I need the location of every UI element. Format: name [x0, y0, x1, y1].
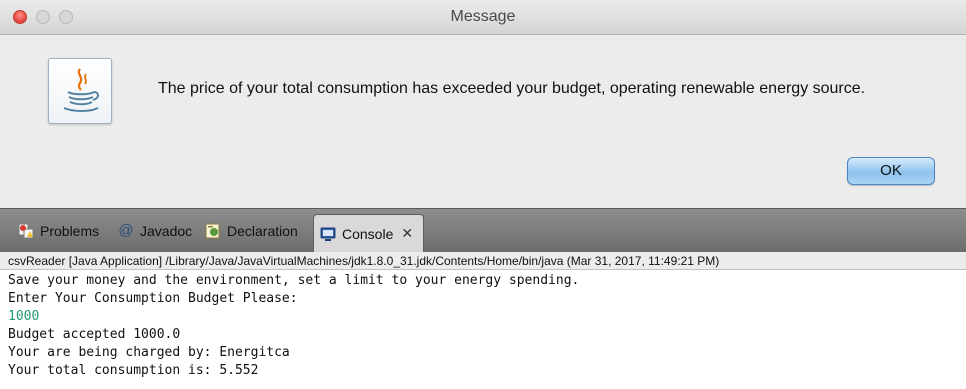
problems-icon	[18, 223, 34, 239]
dialog-titlebar: Message	[0, 0, 966, 35]
console-line: Enter Your Consumption Budget Please:	[8, 291, 298, 306]
tab-javadoc-label: Javadoc	[140, 223, 193, 239]
message-dialog: Message The price of your total consumpt…	[0, 0, 966, 208]
console-launch-header: csvReader [Java Application] /Library/Ja…	[0, 252, 966, 270]
console-line: Your are being charged by: Energitca	[8, 345, 290, 360]
java-icon	[48, 58, 112, 124]
at-icon: @	[118, 222, 134, 239]
console-output[interactable]: Save your money and the environment, set…	[0, 271, 966, 389]
tab-problems-label: Problems	[40, 223, 100, 239]
dialog-message: The price of your total consumption has …	[158, 80, 866, 97]
console-line: Budget accepted 1000.0	[8, 327, 181, 342]
console-icon	[320, 227, 336, 241]
tab-problems[interactable]: Problems	[18, 218, 99, 244]
view-tabbar: Problems @ Javadoc Declaration Console ✕	[0, 208, 966, 253]
tab-declaration[interactable]: Declaration	[205, 218, 298, 244]
tab-console-label: Console	[342, 225, 394, 242]
ok-button[interactable]: OK	[847, 157, 935, 185]
tab-declaration-label: Declaration	[227, 223, 298, 239]
console-user-input: 1000	[8, 309, 40, 324]
tab-javadoc[interactable]: @ Javadoc	[118, 218, 192, 244]
console-line: Your total consumption is: 5.552	[8, 363, 259, 378]
console-line: Save your money and the environment, set…	[8, 273, 580, 288]
dialog-title: Message	[450, 8, 516, 25]
tab-console[interactable]: Console ✕	[313, 214, 425, 252]
declaration-icon	[205, 223, 220, 239]
close-icon[interactable]: ✕	[401, 225, 413, 242]
